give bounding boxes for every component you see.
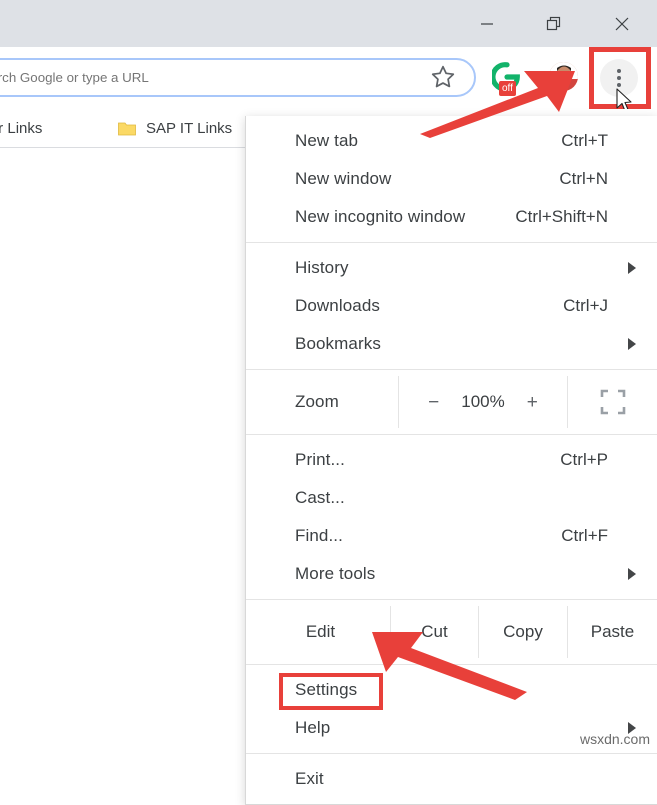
menu-item-cut[interactable]: Cut	[390, 606, 478, 658]
three-dot-menu-icon	[617, 83, 621, 87]
menu-item-more-tools[interactable]: More tools	[246, 555, 657, 593]
menu-section-tools: Print... Ctrl+P Cast... Find... Ctrl+F M…	[246, 441, 657, 593]
watermark: wsxdn.com	[580, 731, 650, 747]
menu-item-find[interactable]: Find... Ctrl+F	[246, 517, 657, 555]
zoom-out-button[interactable]: −	[428, 393, 439, 412]
menu-divider	[246, 434, 657, 435]
menu-section-edit: Edit Cut Copy Paste	[246, 606, 657, 658]
menu-divider	[246, 369, 657, 370]
menu-item-shortcut: Ctrl+T	[561, 131, 608, 151]
bookmark-item[interactable]: ncur Links	[0, 113, 42, 143]
chevron-right-icon	[628, 338, 636, 350]
bookmark-label: SAP IT Links	[146, 120, 232, 137]
menu-item-label: Bookmarks	[295, 334, 381, 354]
menu-item-shortcut: Ctrl+J	[563, 296, 608, 316]
menu-item-label: Help	[295, 718, 330, 738]
avatar-photo	[549, 62, 578, 91]
chrome-main-menu: New tab Ctrl+T New window Ctrl+N New inc…	[245, 116, 657, 805]
bookmark-item[interactable]: SAP IT Links	[118, 113, 232, 143]
chevron-right-icon	[628, 262, 636, 274]
menu-item-label: More tools	[295, 564, 375, 584]
menu-divider	[246, 664, 657, 665]
zoom-in-button[interactable]: +	[527, 393, 538, 412]
minimize-icon	[480, 17, 494, 31]
menu-item-paste[interactable]: Paste	[567, 606, 657, 658]
fullscreen-icon	[600, 389, 626, 415]
copy-label: Copy	[503, 622, 543, 642]
fullscreen-button[interactable]	[568, 376, 657, 428]
zoom-level-value: 100%	[461, 392, 504, 412]
restore-icon	[546, 16, 562, 32]
menu-section-zoom: Zoom − 100% +	[246, 376, 657, 428]
menu-item-shortcut: Ctrl+Shift+N	[515, 207, 608, 227]
menu-item-edit-label: Edit	[246, 606, 390, 658]
menu-item-label: New incognito window	[295, 207, 465, 227]
menu-item-new-window[interactable]: New window Ctrl+N	[246, 160, 657, 198]
menu-item-exit[interactable]: Exit	[246, 760, 657, 798]
close-icon	[614, 16, 630, 32]
chevron-right-icon	[628, 568, 636, 580]
menu-divider	[246, 753, 657, 754]
window-close-button[interactable]	[599, 0, 645, 47]
menu-item-downloads[interactable]: Downloads Ctrl+J	[246, 287, 657, 325]
menu-item-shortcut: Ctrl+P	[560, 450, 608, 470]
menu-item-new-incognito-window[interactable]: New incognito window Ctrl+Shift+N	[246, 198, 657, 236]
menu-section-history: History Downloads Ctrl+J Bookmarks	[246, 249, 657, 363]
profile-avatar[interactable]	[549, 62, 578, 91]
menu-item-cast[interactable]: Cast...	[246, 479, 657, 517]
window-restore-button[interactable]	[531, 0, 577, 47]
browser-chrome: off ncur Links SAP IT Links	[0, 0, 657, 128]
menu-divider	[246, 599, 657, 600]
menu-divider	[246, 242, 657, 243]
menu-item-bookmarks[interactable]: Bookmarks	[246, 325, 657, 363]
zoom-label-text: Zoom	[295, 392, 339, 412]
menu-item-label: Print...	[295, 450, 345, 470]
zoom-label: Zoom	[246, 376, 398, 428]
address-bar-input[interactable]	[0, 58, 476, 97]
star-outline-icon[interactable]	[430, 64, 456, 90]
menu-item-label: New tab	[295, 131, 358, 151]
menu-item-label: Exit	[295, 769, 324, 789]
zoom-controls: − 100% +	[398, 376, 568, 428]
menu-item-shortcut: Ctrl+F	[561, 526, 608, 546]
edit-label: Edit	[306, 622, 335, 642]
window-minimize-button[interactable]	[464, 0, 510, 47]
menu-item-history[interactable]: History	[246, 249, 657, 287]
menu-item-label: Downloads	[295, 296, 380, 316]
menu-item-print[interactable]: Print... Ctrl+P	[246, 441, 657, 479]
three-dot-menu-icon	[617, 69, 621, 73]
menu-item-settings[interactable]: Settings	[246, 671, 657, 709]
bookmark-label: ncur Links	[0, 120, 42, 137]
paste-label: Paste	[591, 622, 634, 642]
folder-icon	[118, 121, 136, 136]
menu-item-copy[interactable]: Copy	[478, 606, 567, 658]
menu-item-shortcut: Ctrl+N	[559, 169, 608, 189]
menu-item-label: Settings	[295, 680, 357, 700]
cut-label: Cut	[421, 622, 447, 642]
menu-item-label: History	[295, 258, 349, 278]
window-title-bar	[0, 0, 657, 47]
menu-item-label: Cast...	[295, 488, 345, 508]
menu-item-new-tab[interactable]: New tab Ctrl+T	[246, 122, 657, 160]
menu-section-exit: Exit	[246, 760, 657, 804]
three-dot-menu-icon	[617, 76, 621, 80]
menu-item-label: Find...	[295, 526, 343, 546]
menu-item-label: New window	[295, 169, 391, 189]
extension-off-badge: off	[499, 81, 516, 96]
menu-section-new: New tab Ctrl+T New window Ctrl+N New inc…	[246, 116, 657, 236]
